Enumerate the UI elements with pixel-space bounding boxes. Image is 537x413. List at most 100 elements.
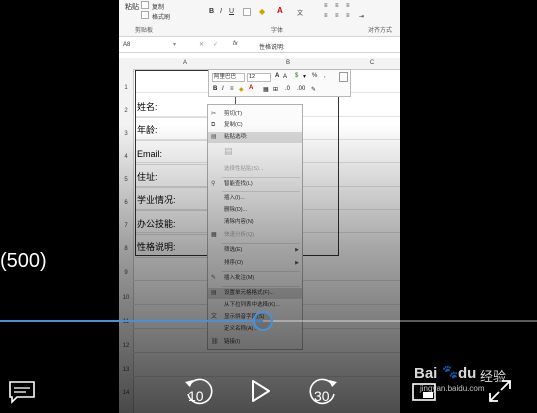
underline-button[interactable]: U [229,8,234,15]
percent-style-button[interactable]: % [312,73,317,79]
formula-input[interactable]: 性格说明: [259,42,285,51]
bold-button[interactable]: B [209,8,214,15]
format-painter-icon [141,11,149,19]
increase-decimal-icon[interactable]: .0 [285,86,290,92]
borders-icon[interactable]: ▦ [263,86,269,93]
row-header[interactable]: 14 [119,390,133,396]
watermark-suffix: 经验 [480,369,507,384]
row-header[interactable]: 12 [119,343,133,349]
ribbon: 粘贴 复制 格式刷 剪贴板 B I U ◆ A 文 字体 ≡ ≡ ≡ ≡ ≡ ≡… [119,0,400,37]
menu-item-format-cells[interactable]: ▤ 设置单元格格式(F)... [208,288,302,299]
row-header[interactable]: 3 [119,131,133,137]
font-name-select[interactable]: 阿里巴巴 [212,73,245,82]
name-box-dropdown-icon[interactable]: ▾ [173,41,176,48]
menu-item-paste-special[interactable]: 选择性粘贴(S)... [208,164,302,175]
fill-color-icon[interactable]: ◆ [259,7,265,16]
paste-icon: ▤ [211,134,217,140]
align-center-icon[interactable]: ≡ [335,3,339,9]
excel-window: 粘贴 复制 格式刷 剪贴板 B I U ◆ A 文 字体 ≡ ≡ ≡ ≡ ≡ ≡… [119,0,400,413]
italic-button[interactable]: I [220,8,222,15]
confirm-icon[interactable]: ✓ [213,41,218,48]
menu-item-paste-options[interactable]: ▤ 粘贴选项: [208,132,302,143]
subtitles-button[interactable] [8,380,36,409]
align-left-icon[interactable]: ≡ [324,3,328,9]
row-header[interactable]: 1 [119,85,133,91]
menu-item-copy[interactable]: ⧉ 复制(C) [208,120,302,131]
currency-dropdown-icon[interactable]: ▾ [303,73,306,80]
row-header[interactable]: 10 [119,295,133,301]
indent-icon[interactable]: ⇥ [359,13,364,20]
paw-icon: 🐾 [442,364,459,379]
clipboard-group-label: 剪贴板 [135,28,154,34]
row-header[interactable]: 5 [119,177,133,183]
italic-button[interactable]: I [222,86,224,92]
menu-item-quick-analysis[interactable]: ▦ 快速分析(Q) [208,230,302,241]
menu-item-clear-contents[interactable]: 清除内容(N) [208,217,302,228]
mini-toolbar: 阿里巴巴 12 A A $ ▾ % , B I ≡ ◆ A ▦ ⊞ .0 .00… [208,69,351,97]
row-header[interactable]: 4 [119,154,133,160]
menu-item-delete[interactable]: 删除(D)... [208,205,302,216]
eraser-icon[interactable]: ✎ [311,86,316,93]
menu-item-pick-from-list[interactable]: 从下拉列表中选择(K)... [208,300,302,311]
grid-line [133,376,400,377]
menu-item-link[interactable]: ⛓ 链接(I) [208,337,302,348]
menu-item-smart-lookup[interactable]: ⚲ 智能查找(L) [208,179,302,190]
bold-button[interactable]: B [213,86,217,92]
currency-icon[interactable]: $ [295,73,298,79]
row-header[interactable]: 8 [119,246,133,252]
function-icon[interactable]: fx [233,41,238,47]
progress-fill [0,320,264,322]
play-icon [252,380,270,402]
align-left-2-icon[interactable]: ≡ [324,13,328,19]
font-color-icon[interactable]: A [277,6,283,15]
submenu-arrow-icon: ▶ [295,260,299,266]
grow-font-icon[interactable]: A [275,73,279,79]
format-cells-icon: ▤ [211,290,217,296]
paste-option-icon[interactable]: ▤ [224,147,234,158]
font-size-select[interactable]: 12 [247,73,271,82]
menu-separator [222,243,300,244]
menu-item-sort[interactable]: 排序(O) ▶ [208,258,302,269]
menu-item-insert-comment[interactable]: ✎ 插入批注(M) [208,273,302,284]
align-icon[interactable]: ≡ [230,86,234,92]
align-right-icon[interactable]: ≡ [346,3,350,9]
row-header[interactable]: 7 [119,223,133,229]
format-painter-button[interactable]: 格式刷 [152,12,170,21]
column-header-b[interactable]: B [236,58,340,69]
row-header[interactable]: 13 [119,367,133,373]
menu-item-filter[interactable]: 筛选(E) ▶ [208,245,302,256]
border-icon[interactable] [243,8,251,16]
format-painter-icon[interactable] [339,72,348,82]
decrease-decimal-icon[interactable]: .00 [297,86,305,92]
forward-button[interactable]: 30 [306,374,340,408]
copy-button[interactable]: 复制 [152,2,164,11]
row-header-column: 1 2 3 4 5 6 7 8 9 10 11 12 13 14 [119,69,134,413]
comma-style-icon[interactable]: , [324,73,326,79]
alignment-group-label: 对齐方式 [368,28,393,34]
paste-option-icons[interactable]: ▤ [208,145,302,160]
rewind-button[interactable]: 10 [182,374,216,408]
align-right-2-icon[interactable]: ≡ [346,13,350,19]
phonetic-icon[interactable]: 文 [297,8,303,17]
font-color-icon[interactable]: A [249,85,253,91]
row-header[interactable]: 6 [119,200,133,206]
menu-item-cut[interactable]: ✂ 剪切(T) [208,109,302,120]
search-icon: ⚲ [211,181,216,187]
row-header[interactable]: 9 [119,270,133,276]
row-header[interactable]: 2 [119,108,133,114]
play-button[interactable] [250,378,272,409]
fill-color-icon[interactable]: ◆ [239,86,244,93]
column-header-c[interactable]: C [344,58,400,69]
menu-separator [222,191,300,192]
name-box[interactable]: A8 [123,42,130,48]
align-center-2-icon[interactable]: ≡ [335,13,339,19]
progress-handle[interactable] [253,311,274,331]
shrink-font-icon[interactable]: A [283,74,287,80]
merge-icon[interactable]: ⊞ [273,86,278,93]
font-group-label: 字体 [271,28,284,34]
copy-icon [141,1,149,9]
paste-button[interactable]: 粘贴 [125,2,139,12]
cancel-icon[interactable]: ✕ [199,41,204,48]
column-header-a[interactable]: A [135,58,235,69]
menu-item-insert[interactable]: 插入(I)... [208,193,302,204]
